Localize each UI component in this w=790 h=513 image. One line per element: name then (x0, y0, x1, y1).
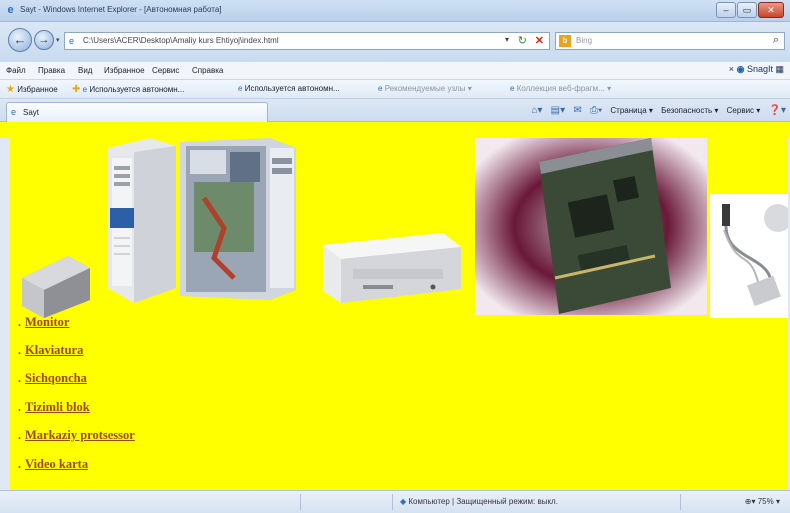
floppy-drive-image (22, 256, 90, 318)
zoom-control[interactable]: ⊕▾ 75% ▾ (745, 497, 780, 506)
favorites-bar: ★ Избранное ✚ e Используется автономн...… (0, 80, 790, 99)
list-item: . Monitor (18, 315, 70, 329)
dvd-drive-image (323, 233, 461, 303)
favorite-item[interactable]: ✚ e Используется автономн... (72, 84, 184, 95)
address-text[interactable]: C:\Users\ACER\Desktop\Amaliy kurs Ehtiyo… (83, 36, 279, 45)
menu-file[interactable]: Файл (6, 66, 26, 75)
link-markaziy-protsessor[interactable]: Markaziy protsessor (25, 428, 135, 442)
search-placeholder[interactable]: Bing (576, 36, 592, 45)
snagit-icon: ◉ (736, 64, 745, 74)
list-item: . Klaviatura (18, 343, 84, 357)
forward-button[interactable]: → (34, 30, 54, 50)
print-icon[interactable]: ⎙▾ (590, 105, 602, 116)
back-button[interactable]: ← (8, 28, 32, 52)
status-separator (680, 494, 681, 510)
page-menu[interactable]: Страница ▾ (610, 106, 653, 115)
tab-label: Sayt (23, 108, 40, 117)
favorites-button[interactable]: ★ Избранное (6, 84, 58, 95)
star-icon: ★ (6, 84, 15, 95)
search-input[interactable]: b Bing ⌕ (555, 32, 785, 50)
list-item: . Markaziy protsessor (18, 428, 135, 442)
favorite-item-label: Коллекция веб-фрагм... ▾ (516, 84, 612, 93)
link-tizimli-blok[interactable]: Tizimli blok (25, 400, 90, 414)
page-icon: e (238, 84, 243, 93)
usb-device-image (710, 194, 788, 318)
help-icon[interactable]: ❓▾ (769, 105, 786, 116)
list-item: . Sichqoncha (18, 371, 87, 385)
page-icon: e (11, 107, 17, 117)
address-input[interactable]: e C:\Users\ACER\Desktop\Amaliy kurs Ehti… (64, 32, 550, 50)
address-dropdown-icon[interactable]: ▾ (505, 35, 509, 44)
expansion-card-image (475, 138, 707, 315)
window-titlebar: e Sayt - Windows Internet Explorer - [Ав… (0, 0, 790, 22)
menu-favorites[interactable]: Избранное (104, 66, 145, 75)
zoom-level: 75% (757, 497, 774, 506)
minimize-button[interactable]: – (716, 2, 736, 18)
security-zone-label: Компьютер | Защищенный режим: выкл. (408, 497, 558, 506)
menu-bar: Файл Правка Вид Избранное Сервис Справка… (0, 62, 790, 80)
open-computer-case-image (180, 138, 296, 300)
favorite-item[interactable]: e Рекомендуемые узлы ▾ (378, 84, 472, 93)
menu-tools[interactable]: Сервис (152, 66, 179, 75)
command-bar: ⌂▾ ▤▾ ✉ ⎙▾ Страница ▾ Безопасность ▾ Сер… (525, 105, 786, 116)
status-separator (392, 494, 393, 510)
list-item: . Tizimli blok (18, 400, 90, 414)
favorite-item[interactable]: e Коллекция веб-фрагм... ▾ (510, 84, 611, 93)
tab-bar: e Sayt ⌂▾ ▤▾ ✉ ⎙▾ Страница ▾ Безопасност… (0, 99, 790, 122)
page-top-area (0, 122, 790, 138)
page-content: . Monitor . Klaviatura . Sichqoncha . Tiziml… (10, 138, 788, 490)
list-item: . Video karta (18, 457, 89, 471)
tab-sayt[interactable]: e Sayt (6, 102, 268, 122)
snagit-toolbar[interactable]: × ◉ SnagIt ▦ (729, 64, 784, 75)
tools-menu[interactable]: Сервис ▾ (727, 106, 761, 115)
status-bar: ◆ Компьютер | Защищенный режим: выкл. ⊕▾… (0, 490, 790, 513)
snagit-capture-icon[interactable]: ▦ (775, 64, 784, 74)
snagit-label: SnagIt (746, 64, 773, 74)
menu-view[interactable]: Вид (78, 66, 92, 75)
maximize-button[interactable]: ▭ (737, 2, 757, 18)
stop-icon[interactable]: ✕ (535, 34, 544, 47)
magnifier-icon: ⊕▾ (744, 497, 756, 506)
link-monitor[interactable]: Monitor (25, 315, 69, 329)
favorites-label: Избранное (17, 85, 58, 94)
search-icon[interactable]: ⌕ (773, 34, 779, 47)
add-favorite-icon: ✚ (72, 84, 81, 95)
menu-edit[interactable]: Правка (38, 66, 65, 75)
page-icon: e (82, 85, 88, 94)
menu-help[interactable]: Справка (192, 66, 223, 75)
system-unit-tower-image (108, 138, 176, 303)
favorite-item[interactable]: e Используется автономн... (238, 84, 340, 93)
mail-icon[interactable]: ✉ (573, 105, 581, 116)
address-toolbar: ← → ▾ e C:\Users\ACER\Desktop\Amaliy kur… (0, 22, 790, 62)
page-icon: e (378, 84, 383, 93)
ie-logo-icon: e (7, 4, 14, 16)
bing-icon: b (559, 35, 571, 47)
window-controls: – ▭ ✕ (715, 2, 784, 19)
link-sichqoncha[interactable]: Sichqoncha (25, 371, 87, 385)
close-button[interactable]: ✕ (758, 2, 784, 18)
window-title: Sayt - Windows Internet Explorer - [Авто… (20, 5, 222, 14)
history-dropdown-icon[interactable]: ▾ (56, 36, 60, 44)
page-icon: e (510, 84, 515, 93)
feeds-icon[interactable]: ▤▾ (551, 105, 565, 116)
computer-zone-icon: ◆ (400, 497, 407, 506)
home-icon[interactable]: ⌂▾ (531, 105, 542, 116)
safety-menu[interactable]: Безопасность ▾ (661, 106, 718, 115)
link-klaviatura[interactable]: Klaviatura (25, 343, 83, 357)
favorite-item-label: Используется автономн... (89, 85, 185, 94)
security-zone[interactable]: ◆ Компьютер | Защищенный режим: выкл. (400, 497, 558, 506)
link-video-karta[interactable]: Video karta (25, 457, 88, 471)
favorite-item-label: Используется автономн... (244, 84, 340, 93)
page-icon: e (69, 36, 75, 46)
favorite-item-label: Рекомендуемые узлы ▾ (384, 84, 472, 93)
refresh-icon[interactable]: ↻ (518, 34, 527, 47)
status-separator (300, 494, 301, 510)
